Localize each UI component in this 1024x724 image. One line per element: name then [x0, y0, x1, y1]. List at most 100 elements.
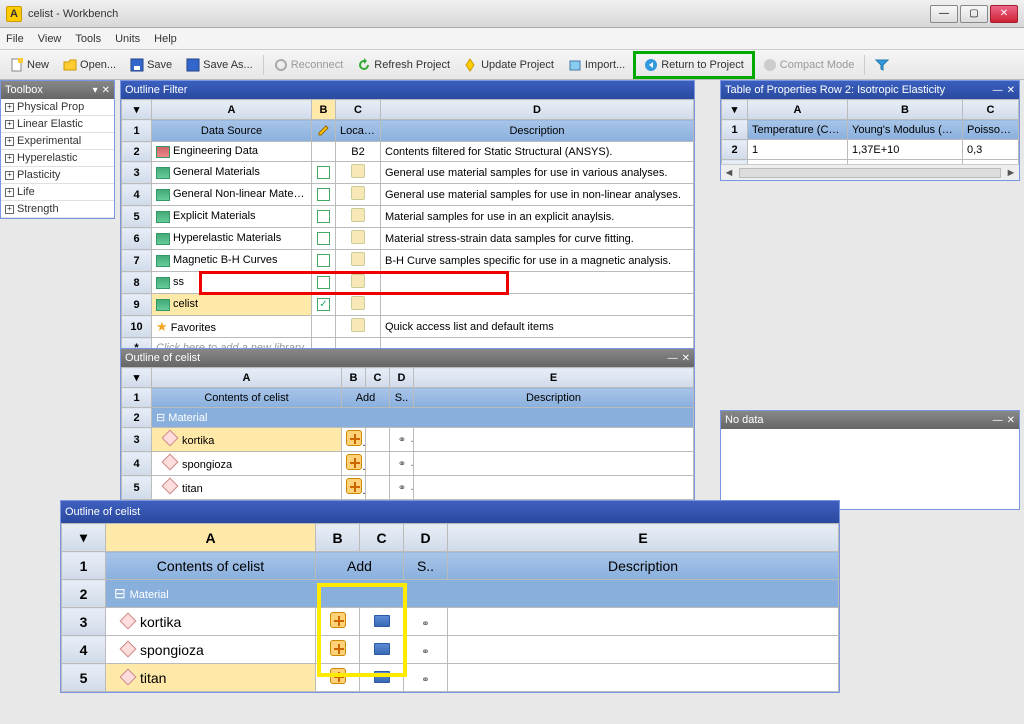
- add-icon[interactable]: [346, 454, 362, 470]
- add-icon[interactable]: [346, 478, 362, 494]
- panel-pin-icon[interactable]: —: [668, 353, 678, 364]
- book-icon[interactable]: [374, 671, 390, 683]
- data-icon: [156, 146, 170, 158]
- add-icon[interactable]: [346, 430, 362, 446]
- checkbox[interactable]: [317, 232, 330, 245]
- col-a[interactable]: A: [152, 100, 312, 120]
- add-icon[interactable]: [330, 640, 346, 656]
- menu-units[interactable]: Units: [115, 33, 140, 45]
- outline-celist-panel: Outline of celist — ✕ ▾ A B C D E 1 Cont…: [120, 348, 695, 521]
- saveas-button[interactable]: Save As...: [180, 55, 259, 75]
- add-icon[interactable]: [330, 668, 346, 684]
- new-button[interactable]: New: [4, 55, 55, 75]
- outline-big-grid[interactable]: ▾ A BCDE 1 Contents of celist Add S.. De…: [61, 523, 839, 692]
- table-row[interactable]: 7Magnetic B-H CurvesB-H Curve samples sp…: [122, 250, 694, 272]
- location-icon[interactable]: [351, 274, 365, 288]
- refresh-button[interactable]: Refresh Project: [351, 55, 456, 75]
- table-row[interactable]: 5Explicit MaterialsMaterial samples for …: [122, 206, 694, 228]
- reconnect-button[interactable]: Reconnect: [268, 55, 350, 75]
- checkbox[interactable]: [317, 276, 330, 289]
- material-icon: [120, 640, 137, 657]
- menu-view[interactable]: View: [38, 33, 62, 45]
- checkbox[interactable]: [317, 210, 330, 223]
- import-button[interactable]: Import...: [562, 55, 631, 75]
- table-row[interactable]: 2Engineering DataB2Contents filtered for…: [122, 142, 694, 162]
- compact-icon: [763, 58, 777, 72]
- col-b[interactable]: B: [312, 100, 336, 120]
- return-icon: [644, 58, 658, 72]
- table-row[interactable]: 4General Non-linear MaterialsGeneral use…: [122, 184, 694, 206]
- outline-celist-grid[interactable]: ▾ A B C D E 1 Contents of celist Add S..…: [121, 367, 694, 520]
- toolbox-item[interactable]: +Physical Prop: [1, 99, 114, 116]
- table-row[interactable]: 5titan⚭: [122, 476, 694, 500]
- panel-close-icon[interactable]: ✕: [1007, 415, 1015, 426]
- corner-cell[interactable]: ▾: [122, 100, 152, 120]
- table-row[interactable]: 6Hyperelastic MaterialsMaterial stress-s…: [122, 228, 694, 250]
- app-icon: A: [6, 6, 22, 22]
- table-row[interactable]: 3General MaterialsGeneral use material s…: [122, 162, 694, 184]
- table-row[interactable]: 3kortika⚭: [62, 608, 839, 636]
- toolbox-item[interactable]: +Experimental: [1, 133, 114, 150]
- table-row[interactable]: 10★ FavoritesQuick access list and defau…: [122, 316, 694, 338]
- menu-help[interactable]: Help: [154, 33, 177, 45]
- link-icon: ⚭: [418, 619, 434, 629]
- link-icon: ⚭: [394, 435, 410, 445]
- checkbox[interactable]: [317, 166, 330, 179]
- location-icon[interactable]: [351, 252, 365, 266]
- save-icon: [130, 58, 144, 72]
- book-icon: [156, 255, 170, 267]
- table-row[interactable]: 4spongioza⚭: [62, 636, 839, 664]
- toolbox-pin-icon[interactable]: ▾: [93, 85, 98, 96]
- toolbox-item[interactable]: +Plasticity: [1, 167, 114, 184]
- table-row[interactable]: 8ss: [122, 272, 694, 294]
- table-row[interactable]: 5titan⚭: [62, 664, 839, 692]
- col-c[interactable]: C: [336, 100, 381, 120]
- checkbox[interactable]: [317, 298, 330, 311]
- location-icon[interactable]: [351, 186, 365, 200]
- menu-tools[interactable]: Tools: [75, 33, 101, 45]
- book-icon: [156, 167, 170, 179]
- location-icon[interactable]: [351, 318, 365, 332]
- save-button[interactable]: Save: [124, 55, 178, 75]
- location-icon[interactable]: [351, 164, 365, 178]
- expand-icon: +: [5, 154, 14, 163]
- open-button[interactable]: Open...: [57, 55, 122, 75]
- maximize-button[interactable]: ▢: [960, 5, 988, 23]
- toolbox-item[interactable]: +Hyperelastic: [1, 150, 114, 167]
- toolbox-close-icon[interactable]: ✕: [102, 85, 110, 96]
- location-icon[interactable]: [351, 208, 365, 222]
- book-icon[interactable]: [374, 643, 390, 655]
- panel-pin-icon[interactable]: —: [993, 415, 1003, 426]
- table-row[interactable]: 4spongioza⚭: [122, 452, 694, 476]
- table-row[interactable]: 9celist: [122, 294, 694, 316]
- filter-icon: [875, 58, 889, 72]
- toolbar: New Open... Save Save As... Reconnect Re…: [0, 50, 1024, 80]
- add-icon[interactable]: [330, 612, 346, 628]
- col-d[interactable]: D: [381, 100, 694, 120]
- link-icon: ⚭: [394, 459, 410, 469]
- minimize-button[interactable]: —: [930, 5, 958, 23]
- toolbox-item[interactable]: +Life: [1, 184, 114, 201]
- star-icon: ★: [156, 319, 168, 334]
- book-icon: [156, 189, 170, 201]
- compact-button[interactable]: Compact Mode: [757, 55, 861, 75]
- book-icon[interactable]: [374, 615, 390, 627]
- location-icon[interactable]: [351, 230, 365, 244]
- outline-filter-grid[interactable]: ▾ A B C D 1 Data Source Location Descrip…: [121, 99, 694, 358]
- update-button[interactable]: Update Project: [458, 55, 560, 75]
- return-button[interactable]: Return to Project: [638, 55, 750, 75]
- location-icon[interactable]: [351, 296, 365, 310]
- outline-filter-panel: Outline Filter ▾ A B C D 1 Data Source L…: [120, 80, 695, 359]
- checkbox[interactable]: [317, 254, 330, 267]
- close-button[interactable]: ✕: [990, 5, 1018, 23]
- checkbox[interactable]: [317, 188, 330, 201]
- outline-celist-enlarged: Outline of celist ▾ A BCDE 1 Contents of…: [60, 500, 840, 693]
- toolbox-item[interactable]: +Strength: [1, 201, 114, 218]
- panel-close-icon[interactable]: ✕: [682, 353, 690, 364]
- menu-file[interactable]: File: [6, 33, 24, 45]
- material-icon: [120, 668, 137, 685]
- filter-button[interactable]: [869, 55, 895, 75]
- table-row[interactable]: 3kortika⚭: [122, 428, 694, 452]
- nodata-panel: No data — ✕: [720, 410, 1020, 510]
- toolbox-item[interactable]: +Linear Elastic: [1, 116, 114, 133]
